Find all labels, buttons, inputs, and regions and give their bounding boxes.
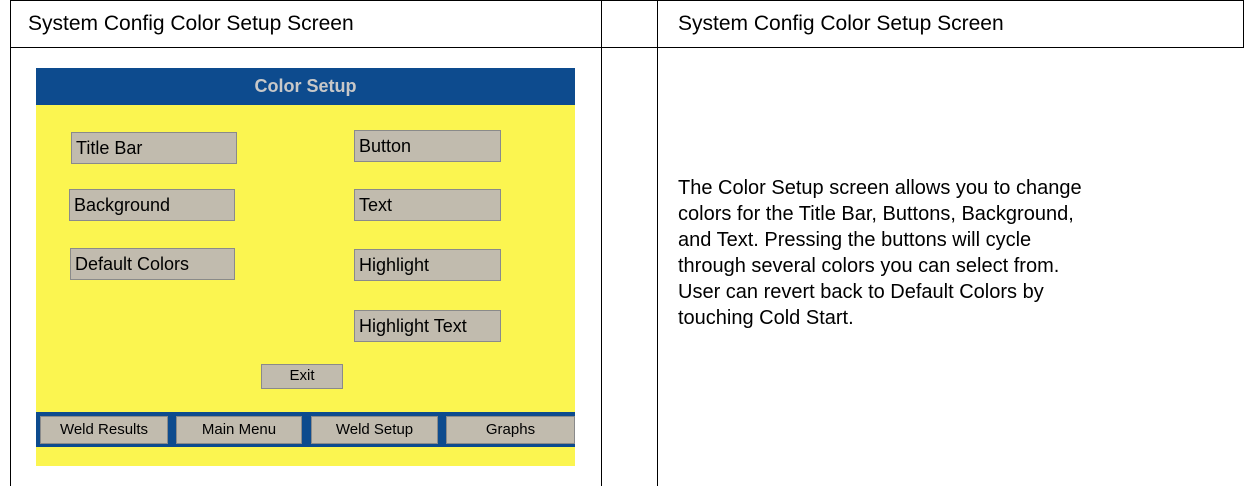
table-border-top [10,0,1244,1]
screen-title-bar: Color Setup [36,68,575,105]
description-line: User can revert back to Default Colors b… [678,281,1044,303]
default-colors-button[interactable]: Default Colors [70,248,235,280]
text-color-button[interactable]: Text [354,189,501,221]
table-column-divider-2 [657,0,658,486]
title-bar-button[interactable]: Title Bar [71,132,237,164]
right-header-title: System Config Color Setup Screen [678,12,1004,35]
description-text: The Color Setup screen allows you to cha… [678,175,1223,331]
description-line: through several colors you can select fr… [678,255,1060,277]
nav-graphs-button[interactable]: Graphs [446,416,575,444]
background-button[interactable]: Background [69,189,235,221]
bottom-nav-bar: Weld Results Main Menu Weld Setup Graphs [36,412,575,447]
description-line: The Color Setup screen allows you to cha… [678,177,1082,199]
table-header-divider [10,47,1244,48]
color-setup-screen: Color Setup Title Bar Button Background … [36,68,575,466]
nav-weld-results-button[interactable]: Weld Results [40,416,168,444]
left-header-title: System Config Color Setup Screen [28,12,354,35]
table-column-divider-1 [601,0,602,486]
button-color-button[interactable]: Button [354,130,501,162]
description-line: and Text. Pressing the buttons will cycl… [678,229,1032,251]
exit-button[interactable]: Exit [261,364,343,389]
nav-main-menu-button[interactable]: Main Menu [176,416,302,444]
description-line: colors for the Title Bar, Buttons, Backg… [678,203,1074,225]
nav-weld-setup-button[interactable]: Weld Setup [311,416,438,444]
description-line: touching Cold Start. [678,307,854,329]
table-border-left [10,0,11,486]
highlight-button[interactable]: Highlight [354,249,501,281]
highlight-text-button[interactable]: Highlight Text [354,310,501,342]
